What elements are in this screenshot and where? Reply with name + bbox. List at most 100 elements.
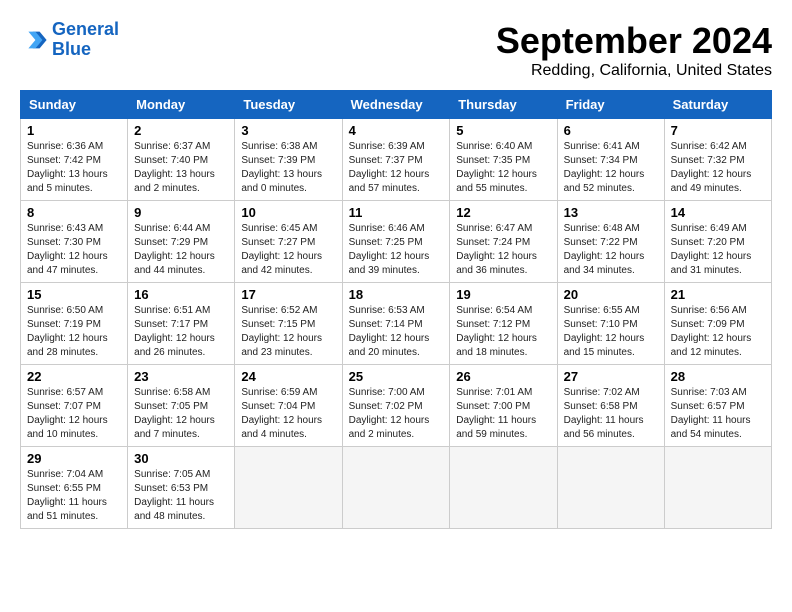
day-number: 22 xyxy=(27,369,121,384)
day-info: Sunrise: 6:45 AMSunset: 7:27 PMDaylight:… xyxy=(241,223,322,276)
calendar-day-11: 11 Sunrise: 6:46 AMSunset: 7:25 PMDaylig… xyxy=(342,201,450,283)
weekday-header-saturday: Saturday xyxy=(664,91,771,119)
calendar-day-10: 10 Sunrise: 6:45 AMSunset: 7:27 PMDaylig… xyxy=(235,201,342,283)
weekday-header-monday: Monday xyxy=(128,91,235,119)
calendar-day-empty xyxy=(664,447,771,529)
weekday-header-tuesday: Tuesday xyxy=(235,91,342,119)
day-info: Sunrise: 6:53 AMSunset: 7:14 PMDaylight:… xyxy=(349,305,430,358)
day-info: Sunrise: 6:39 AMSunset: 7:37 PMDaylight:… xyxy=(349,141,430,194)
weekday-header-row: SundayMondayTuesdayWednesdayThursdayFrid… xyxy=(21,91,772,119)
day-info: Sunrise: 6:46 AMSunset: 7:25 PMDaylight:… xyxy=(349,223,430,276)
logo-text: General Blue xyxy=(52,20,119,60)
calendar-day-4: 4 Sunrise: 6:39 AMSunset: 7:37 PMDayligh… xyxy=(342,119,450,201)
day-number: 8 xyxy=(27,205,121,220)
day-number: 21 xyxy=(671,287,765,302)
day-info: Sunrise: 7:03 AMSunset: 6:57 PMDaylight:… xyxy=(671,387,751,440)
day-number: 2 xyxy=(134,123,228,138)
logo: General Blue xyxy=(20,20,119,60)
day-info: Sunrise: 6:40 AMSunset: 7:35 PMDaylight:… xyxy=(456,141,537,194)
day-info: Sunrise: 6:51 AMSunset: 7:17 PMDaylight:… xyxy=(134,305,215,358)
day-number: 17 xyxy=(241,287,335,302)
day-info: Sunrise: 6:55 AMSunset: 7:10 PMDaylight:… xyxy=(564,305,645,358)
calendar-week-4: 22 Sunrise: 6:57 AMSunset: 7:07 PMDaylig… xyxy=(21,365,772,447)
day-number: 11 xyxy=(349,205,444,220)
calendar-week-2: 8 Sunrise: 6:43 AMSunset: 7:30 PMDayligh… xyxy=(21,201,772,283)
day-info: Sunrise: 6:49 AMSunset: 7:20 PMDaylight:… xyxy=(671,223,752,276)
header: General Blue September 2024 Redding, Cal… xyxy=(20,20,772,80)
day-number: 24 xyxy=(241,369,335,384)
calendar-day-27: 27 Sunrise: 7:02 AMSunset: 6:58 PMDaylig… xyxy=(557,365,664,447)
day-info: Sunrise: 6:41 AMSunset: 7:34 PMDaylight:… xyxy=(564,141,645,194)
day-info: Sunrise: 7:01 AMSunset: 7:00 PMDaylight:… xyxy=(456,387,536,440)
day-info: Sunrise: 6:57 AMSunset: 7:07 PMDaylight:… xyxy=(27,387,108,440)
calendar-day-16: 16 Sunrise: 6:51 AMSunset: 7:17 PMDaylig… xyxy=(128,283,235,365)
calendar-day-6: 6 Sunrise: 6:41 AMSunset: 7:34 PMDayligh… xyxy=(557,119,664,201)
calendar-day-empty xyxy=(557,447,664,529)
day-number: 16 xyxy=(134,287,228,302)
day-number: 25 xyxy=(349,369,444,384)
calendar-day-20: 20 Sunrise: 6:55 AMSunset: 7:10 PMDaylig… xyxy=(557,283,664,365)
day-info: Sunrise: 6:50 AMSunset: 7:19 PMDaylight:… xyxy=(27,305,108,358)
calendar-day-24: 24 Sunrise: 6:59 AMSunset: 7:04 PMDaylig… xyxy=(235,365,342,447)
day-info: Sunrise: 6:42 AMSunset: 7:32 PMDaylight:… xyxy=(671,141,752,194)
calendar-day-3: 3 Sunrise: 6:38 AMSunset: 7:39 PMDayligh… xyxy=(235,119,342,201)
day-number: 20 xyxy=(564,287,658,302)
day-number: 4 xyxy=(349,123,444,138)
day-info: Sunrise: 6:58 AMSunset: 7:05 PMDaylight:… xyxy=(134,387,215,440)
day-info: Sunrise: 6:59 AMSunset: 7:04 PMDaylight:… xyxy=(241,387,322,440)
calendar-day-empty xyxy=(342,447,450,529)
calendar-day-21: 21 Sunrise: 6:56 AMSunset: 7:09 PMDaylig… xyxy=(664,283,771,365)
day-info: Sunrise: 6:47 AMSunset: 7:24 PMDaylight:… xyxy=(456,223,537,276)
day-number: 29 xyxy=(27,451,121,466)
logo-icon xyxy=(20,26,48,54)
calendar-day-empty xyxy=(450,447,557,529)
weekday-header-thursday: Thursday xyxy=(450,91,557,119)
calendar-day-23: 23 Sunrise: 6:58 AMSunset: 7:05 PMDaylig… xyxy=(128,365,235,447)
title-area: September 2024 Redding, California, Unit… xyxy=(496,20,772,80)
calendar-day-29: 29 Sunrise: 7:04 AMSunset: 6:55 PMDaylig… xyxy=(21,447,128,529)
day-info: Sunrise: 6:52 AMSunset: 7:15 PMDaylight:… xyxy=(241,305,322,358)
day-info: Sunrise: 6:37 AMSunset: 7:40 PMDaylight:… xyxy=(134,141,215,194)
day-info: Sunrise: 6:56 AMSunset: 7:09 PMDaylight:… xyxy=(671,305,752,358)
calendar-week-1: 1 Sunrise: 6:36 AMSunset: 7:42 PMDayligh… xyxy=(21,119,772,201)
day-info: Sunrise: 6:38 AMSunset: 7:39 PMDaylight:… xyxy=(241,141,322,194)
day-number: 6 xyxy=(564,123,658,138)
day-number: 30 xyxy=(134,451,228,466)
calendar-day-15: 15 Sunrise: 6:50 AMSunset: 7:19 PMDaylig… xyxy=(21,283,128,365)
location-title: Redding, California, United States xyxy=(496,62,772,80)
calendar-day-19: 19 Sunrise: 6:54 AMSunset: 7:12 PMDaylig… xyxy=(450,283,557,365)
calendar-day-empty xyxy=(235,447,342,529)
day-number: 23 xyxy=(134,369,228,384)
calendar-day-5: 5 Sunrise: 6:40 AMSunset: 7:35 PMDayligh… xyxy=(450,119,557,201)
day-number: 10 xyxy=(241,205,335,220)
calendar-day-14: 14 Sunrise: 6:49 AMSunset: 7:20 PMDaylig… xyxy=(664,201,771,283)
calendar-day-9: 9 Sunrise: 6:44 AMSunset: 7:29 PMDayligh… xyxy=(128,201,235,283)
day-info: Sunrise: 6:43 AMSunset: 7:30 PMDaylight:… xyxy=(27,223,108,276)
calendar-day-17: 17 Sunrise: 6:52 AMSunset: 7:15 PMDaylig… xyxy=(235,283,342,365)
weekday-header-friday: Friday xyxy=(557,91,664,119)
day-number: 9 xyxy=(134,205,228,220)
day-info: Sunrise: 6:48 AMSunset: 7:22 PMDaylight:… xyxy=(564,223,645,276)
day-number: 18 xyxy=(349,287,444,302)
day-number: 27 xyxy=(564,369,658,384)
day-number: 12 xyxy=(456,205,550,220)
month-title: September 2024 xyxy=(496,20,772,62)
calendar-day-26: 26 Sunrise: 7:01 AMSunset: 7:00 PMDaylig… xyxy=(450,365,557,447)
day-info: Sunrise: 7:05 AMSunset: 6:53 PMDaylight:… xyxy=(134,469,214,522)
calendar-day-25: 25 Sunrise: 7:00 AMSunset: 7:02 PMDaylig… xyxy=(342,365,450,447)
calendar-day-7: 7 Sunrise: 6:42 AMSunset: 7:32 PMDayligh… xyxy=(664,119,771,201)
day-info: Sunrise: 7:02 AMSunset: 6:58 PMDaylight:… xyxy=(564,387,644,440)
calendar-day-13: 13 Sunrise: 6:48 AMSunset: 7:22 PMDaylig… xyxy=(557,201,664,283)
calendar-day-28: 28 Sunrise: 7:03 AMSunset: 6:57 PMDaylig… xyxy=(664,365,771,447)
calendar-table: SundayMondayTuesdayWednesdayThursdayFrid… xyxy=(20,90,772,529)
day-number: 7 xyxy=(671,123,765,138)
day-info: Sunrise: 6:36 AMSunset: 7:42 PMDaylight:… xyxy=(27,141,108,194)
calendar-week-5: 29 Sunrise: 7:04 AMSunset: 6:55 PMDaylig… xyxy=(21,447,772,529)
day-info: Sunrise: 7:04 AMSunset: 6:55 PMDaylight:… xyxy=(27,469,107,522)
day-info: Sunrise: 6:54 AMSunset: 7:12 PMDaylight:… xyxy=(456,305,537,358)
day-number: 3 xyxy=(241,123,335,138)
weekday-header-sunday: Sunday xyxy=(21,91,128,119)
calendar-day-30: 30 Sunrise: 7:05 AMSunset: 6:53 PMDaylig… xyxy=(128,447,235,529)
day-number: 26 xyxy=(456,369,550,384)
day-number: 15 xyxy=(27,287,121,302)
